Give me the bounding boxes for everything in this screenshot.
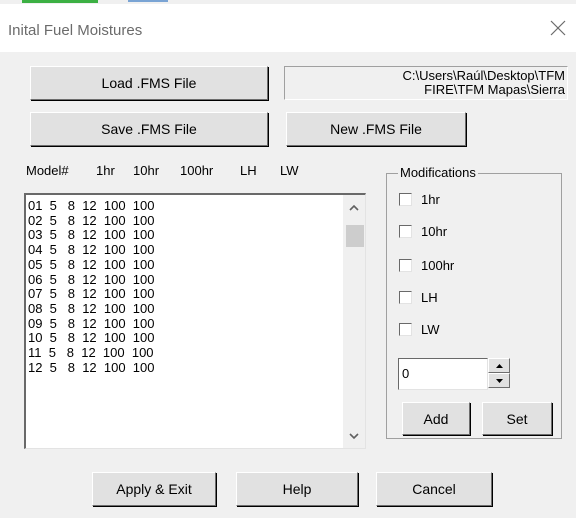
column-header-model: Model# [26, 163, 69, 178]
checkbox-label: 1hr [421, 192, 440, 207]
list-item[interactable]: 07 5 8 12 100 100 [28, 287, 155, 302]
checkbox-lh[interactable]: LH [399, 290, 438, 305]
title-bar: Inital Fuel Moistures [0, 4, 576, 52]
column-header-1hr: 1hr [96, 163, 115, 178]
column-header-100hr: 100hr [180, 163, 214, 178]
top-accent-green [22, 0, 98, 3]
modifications-label: Modifications [398, 165, 478, 180]
file-path-line-1: C:\Users\Raúl\Desktop\TFM [402, 68, 565, 83]
checkbox-label: LW [421, 322, 440, 337]
checkbox-box[interactable] [399, 291, 412, 304]
new-fms-button[interactable]: New .FMS File [286, 112, 466, 146]
checkbox-100hr[interactable]: 100hr [399, 258, 454, 273]
fuel-moisture-list[interactable]: 01 5 8 12 100 100 02 5 8 12 100 100 03 5… [24, 193, 366, 449]
file-path-display: C:\Users\Raúl\Desktop\TFM FIRE\TFM Mapas… [284, 66, 568, 100]
list-scrollbar[interactable] [343, 195, 365, 448]
spin-down-button[interactable] [488, 373, 510, 388]
checkbox-10hr[interactable]: 10hr [399, 224, 447, 239]
list-item[interactable]: 10 5 8 12 100 100 [28, 331, 155, 346]
file-path-line-2: FIRE\TFM Mapas\Sierra [424, 82, 565, 97]
window-title: Inital Fuel Moistures [8, 22, 143, 39]
list-item[interactable]: 01 5 8 12 100 100 [28, 198, 155, 214]
list-item[interactable]: 05 5 8 12 100 100 [28, 257, 155, 273]
list-item[interactable]: 08 5 8 12 100 100 [28, 301, 155, 317]
chevron-down-icon[interactable] [348, 431, 360, 441]
save-fms-button[interactable]: Save .FMS File [30, 112, 268, 146]
apply-exit-button[interactable]: Apply & Exit [92, 472, 216, 506]
list-item[interactable]: 09 5 8 12 100 100 [28, 316, 155, 332]
checkbox-box[interactable] [399, 323, 412, 336]
checkbox-lw[interactable]: LW [399, 322, 440, 337]
list-item[interactable]: 12 5 8 12 100 100 [28, 360, 155, 376]
modification-value-input[interactable]: 0 [398, 358, 488, 390]
column-header-lh: LH [240, 163, 257, 178]
modification-value: 0 [402, 366, 410, 381]
list-item[interactable]: 11 5 8 12 100 100 [28, 345, 155, 361]
help-button[interactable]: Help [236, 472, 358, 506]
list-item[interactable]: 06 5 8 12 100 100 [28, 272, 155, 288]
arrow-down-icon [496, 379, 503, 383]
checkbox-label: LH [421, 290, 438, 305]
list-item[interactable]: 03 5 8 12 100 100 [28, 228, 155, 243]
checkbox-box[interactable] [399, 259, 412, 272]
fuel-moisture-rows: 01 5 8 12 100 100 02 5 8 12 100 100 03 5… [28, 198, 155, 376]
modifications-group [386, 173, 562, 439]
load-fms-button[interactable]: Load .FMS File [30, 66, 268, 100]
set-button[interactable]: Set [482, 402, 552, 435]
checkbox-box[interactable] [399, 193, 412, 206]
checkbox-box[interactable] [399, 225, 412, 238]
column-header-lw: LW [280, 163, 299, 178]
list-item[interactable]: 02 5 8 12 100 100 [28, 213, 155, 229]
top-accent-blue [128, 0, 168, 2]
list-item[interactable]: 04 5 8 12 100 100 [28, 242, 155, 258]
chevron-up-icon[interactable] [348, 203, 360, 213]
add-button[interactable]: Add [402, 402, 470, 435]
scrollbar-thumb[interactable] [346, 225, 364, 247]
spin-up-button[interactable] [488, 358, 510, 373]
checkbox-label: 10hr [421, 224, 448, 239]
arrow-up-icon [496, 364, 503, 368]
checkbox-label: 100hr [421, 258, 455, 273]
column-header-10hr: 10hr [133, 163, 160, 178]
checkbox-1hr[interactable]: 1hr [399, 192, 440, 207]
cancel-button[interactable]: Cancel [376, 472, 492, 506]
close-icon[interactable] [548, 18, 568, 38]
